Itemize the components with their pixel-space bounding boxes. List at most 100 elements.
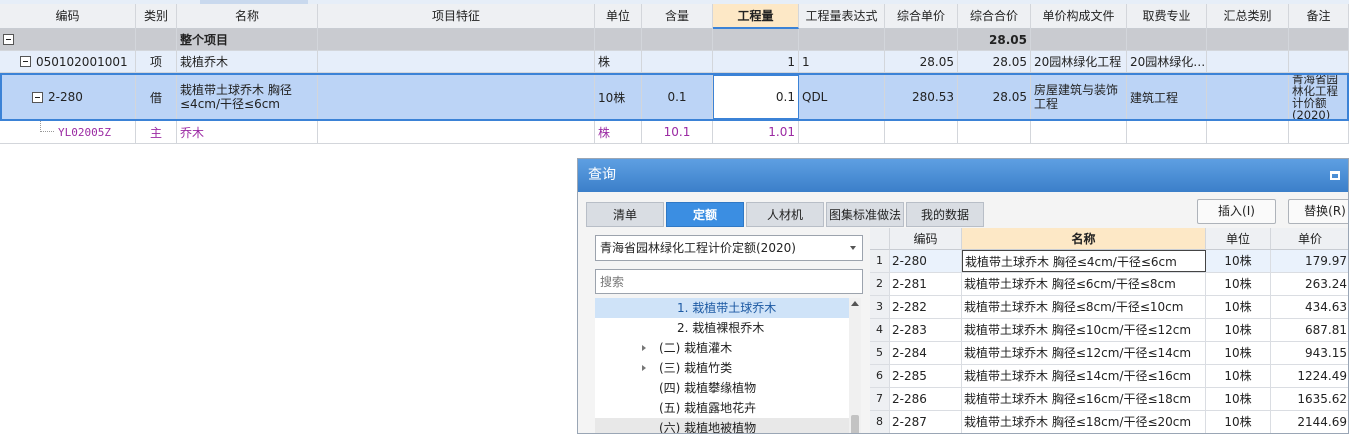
replace-button[interactable]: 替换(R)	[1288, 199, 1348, 224]
result-unit: 10株	[1206, 342, 1271, 364]
cell-feature	[318, 51, 595, 72]
grid-row-material[interactable]: YL02005Z 主 乔木 株 10.1 1.01	[0, 121, 1349, 144]
result-name: 栽植带土球乔木 胸径≤16cm/干径≤18cm	[962, 388, 1206, 410]
grid-row-project[interactable]: 整个项目 28.05	[0, 29, 1349, 51]
result-price: 179.97	[1271, 250, 1348, 272]
cell-summary	[1207, 29, 1289, 50]
tree-item-7[interactable]: (六) 栽植地被植物	[595, 418, 849, 433]
collapse-icon[interactable]	[3, 34, 14, 45]
result-name: 栽植带土球乔木 胸径≤14cm/干径≤16cm	[962, 365, 1206, 387]
cell-type: 主	[136, 121, 177, 143]
tab-my-data[interactable]: 我的数据	[906, 202, 984, 227]
scroll-thumb[interactable]	[851, 415, 859, 433]
library-select[interactable]: 青海省园林绿化工程计价定额(2020)	[595, 235, 863, 261]
header-remark[interactable]: 备注	[1289, 4, 1349, 29]
cell-remark	[1289, 51, 1349, 72]
header-code[interactable]: 编码	[0, 4, 136, 29]
tree-item-label: 2. 栽植裸根乔木	[677, 321, 765, 335]
result-unit: 10株	[1206, 273, 1271, 295]
result-row-number: 1	[870, 250, 890, 272]
cell-fee-type	[1127, 29, 1207, 50]
tree-scrollbar[interactable]	[849, 298, 861, 433]
expand-arrow-icon[interactable]	[642, 365, 646, 371]
cell-code: 050102001001	[36, 54, 128, 69]
cell-content: 0.1	[642, 75, 713, 119]
scroll-up-icon[interactable]	[851, 301, 859, 306]
result-price: 1635.62	[1271, 388, 1348, 410]
tab-bill[interactable]: 清单	[586, 202, 664, 227]
result-row[interactable]: 4 2-283 栽植带土球乔木 胸径≤10cm/干径≤12cm 10株 687.…	[870, 319, 1348, 342]
chevron-down-icon	[850, 246, 856, 250]
result-row[interactable]: 3 2-282 栽植带土球乔木 胸径≤8cm/干径≤10cm 10株 434.6…	[870, 296, 1348, 319]
result-name: 栽植带土球乔木 胸径≤18cm/干径≤20cm	[962, 411, 1206, 433]
cell-expression	[799, 121, 885, 143]
result-row[interactable]: 7 2-286 栽植带土球乔木 胸径≤16cm/干径≤18cm 10株 1635…	[870, 388, 1348, 411]
result-code: 2-280	[890, 250, 962, 272]
result-name: 栽植带土球乔木 胸径≤10cm/干径≤12cm	[962, 319, 1206, 341]
result-row[interactable]: 5 2-284 栽植带土球乔木 胸径≤12cm/干径≤14cm 10株 943.…	[870, 342, 1348, 365]
tree-item-5[interactable]: (四) 栽植攀缘植物	[595, 378, 849, 398]
result-unit: 10株	[1206, 388, 1271, 410]
cell-price-file	[1031, 29, 1127, 50]
result-row[interactable]: 8 2-287 栽植带土球乔木 胸径≤18cm/干径≤20cm 10株 2144…	[870, 411, 1348, 433]
header-total[interactable]: 综合合价	[958, 4, 1031, 29]
tab-labor-material[interactable]: 人材机	[746, 202, 824, 227]
tree-item-1[interactable]: 1. 栽植带土球乔木	[595, 298, 849, 318]
result-unit: 10株	[1206, 319, 1271, 341]
header-expression[interactable]: 工程量表达式	[799, 4, 885, 29]
quota-tree: 1. 栽植带土球乔木 2. 栽植裸根乔木 (二) 栽植灌木 (三) 栽植竹类 (…	[595, 298, 861, 433]
tree-item-3[interactable]: (二) 栽植灌木	[595, 338, 849, 358]
result-name: 栽植带土球乔木 胸径≤8cm/干径≤10cm	[962, 296, 1206, 318]
quantity-edit-input[interactable]: 0.1	[713, 75, 799, 119]
result-row[interactable]: 1 2-280 栽植带土球乔木 胸径≤4cm/干径≤6cm 10株 179.97	[870, 250, 1348, 273]
tab-quota[interactable]: 定额	[666, 202, 744, 227]
result-row[interactable]: 2 2-281 栽植带土球乔木 胸径≤6cm/干径≤8cm 10株 263.24	[870, 273, 1348, 296]
collapse-icon[interactable]	[32, 91, 43, 103]
result-row[interactable]: 6 2-285 栽植带土球乔木 胸径≤14cm/干径≤16cm 10株 1224…	[870, 365, 1348, 388]
tree-item-4[interactable]: (三) 栽植竹类	[595, 358, 849, 378]
insert-button[interactable]: 插入(I)	[1197, 199, 1276, 224]
header-unit[interactable]: 单位	[595, 4, 642, 29]
cell-total	[958, 121, 1031, 143]
result-header-price[interactable]: 单价	[1271, 228, 1348, 250]
result-header-name[interactable]: 名称	[962, 228, 1206, 250]
tree-item-label: 1. 栽植带土球乔木	[677, 301, 777, 315]
row-toggle-cell: 050102001001	[0, 51, 136, 72]
expand-arrow-icon[interactable]	[642, 345, 646, 351]
result-row-number: 7	[870, 388, 890, 410]
cell-name: 栽植乔木	[177, 51, 318, 72]
cell-code: 2-280	[48, 90, 83, 104]
header-unit-price[interactable]: 综合单价	[885, 4, 958, 29]
tree-item-6[interactable]: (五) 栽植露地花卉	[595, 398, 849, 418]
maximize-icon[interactable]	[1330, 171, 1340, 180]
result-row-number: 4	[870, 319, 890, 341]
header-type[interactable]: 类别	[136, 4, 177, 29]
result-row-number: 8	[870, 411, 890, 433]
dialog-titlebar[interactable]: 查询	[578, 159, 1348, 192]
result-header-code[interactable]: 编码	[890, 228, 962, 250]
tree-connector	[40, 121, 54, 132]
collapse-icon[interactable]	[20, 56, 31, 67]
tree-item-label: (五) 栽植露地花卉	[659, 401, 757, 415]
header-fee-type[interactable]: 取费专业	[1127, 4, 1207, 29]
result-code: 2-281	[890, 273, 962, 295]
grid-row-quota-selected[interactable]: 2-280 借 栽植带土球乔木 胸径≤4cm/干径≤6cm 10株 0.1 0.…	[0, 73, 1349, 121]
cell-content: 10.1	[642, 121, 713, 143]
cell-total: 28.05	[958, 51, 1031, 72]
cell-feature	[318, 121, 595, 143]
header-name[interactable]: 名称	[177, 4, 318, 29]
result-unit: 10株	[1206, 250, 1271, 272]
tree-item-2[interactable]: 2. 栽植裸根乔木	[595, 318, 849, 338]
header-feature[interactable]: 项目特征	[318, 4, 595, 29]
header-quantity[interactable]: 工程量	[713, 4, 799, 29]
grid-row-bill-item[interactable]: 050102001001 项 栽植乔木 株 1 1 28.05 28.05 20…	[0, 51, 1349, 73]
result-header-unit[interactable]: 单位	[1206, 228, 1271, 250]
cell-unit-price	[885, 121, 958, 143]
header-price-file[interactable]: 单价构成文件	[1031, 4, 1127, 29]
header-summary[interactable]: 汇总类别	[1207, 4, 1289, 29]
header-content[interactable]: 含量	[642, 4, 713, 29]
cell-expression: QDL	[799, 75, 885, 119]
tab-atlas-standard[interactable]: 图集标准做法	[826, 202, 904, 227]
search-input[interactable]	[595, 269, 863, 294]
cell-quantity: 1	[713, 51, 799, 72]
